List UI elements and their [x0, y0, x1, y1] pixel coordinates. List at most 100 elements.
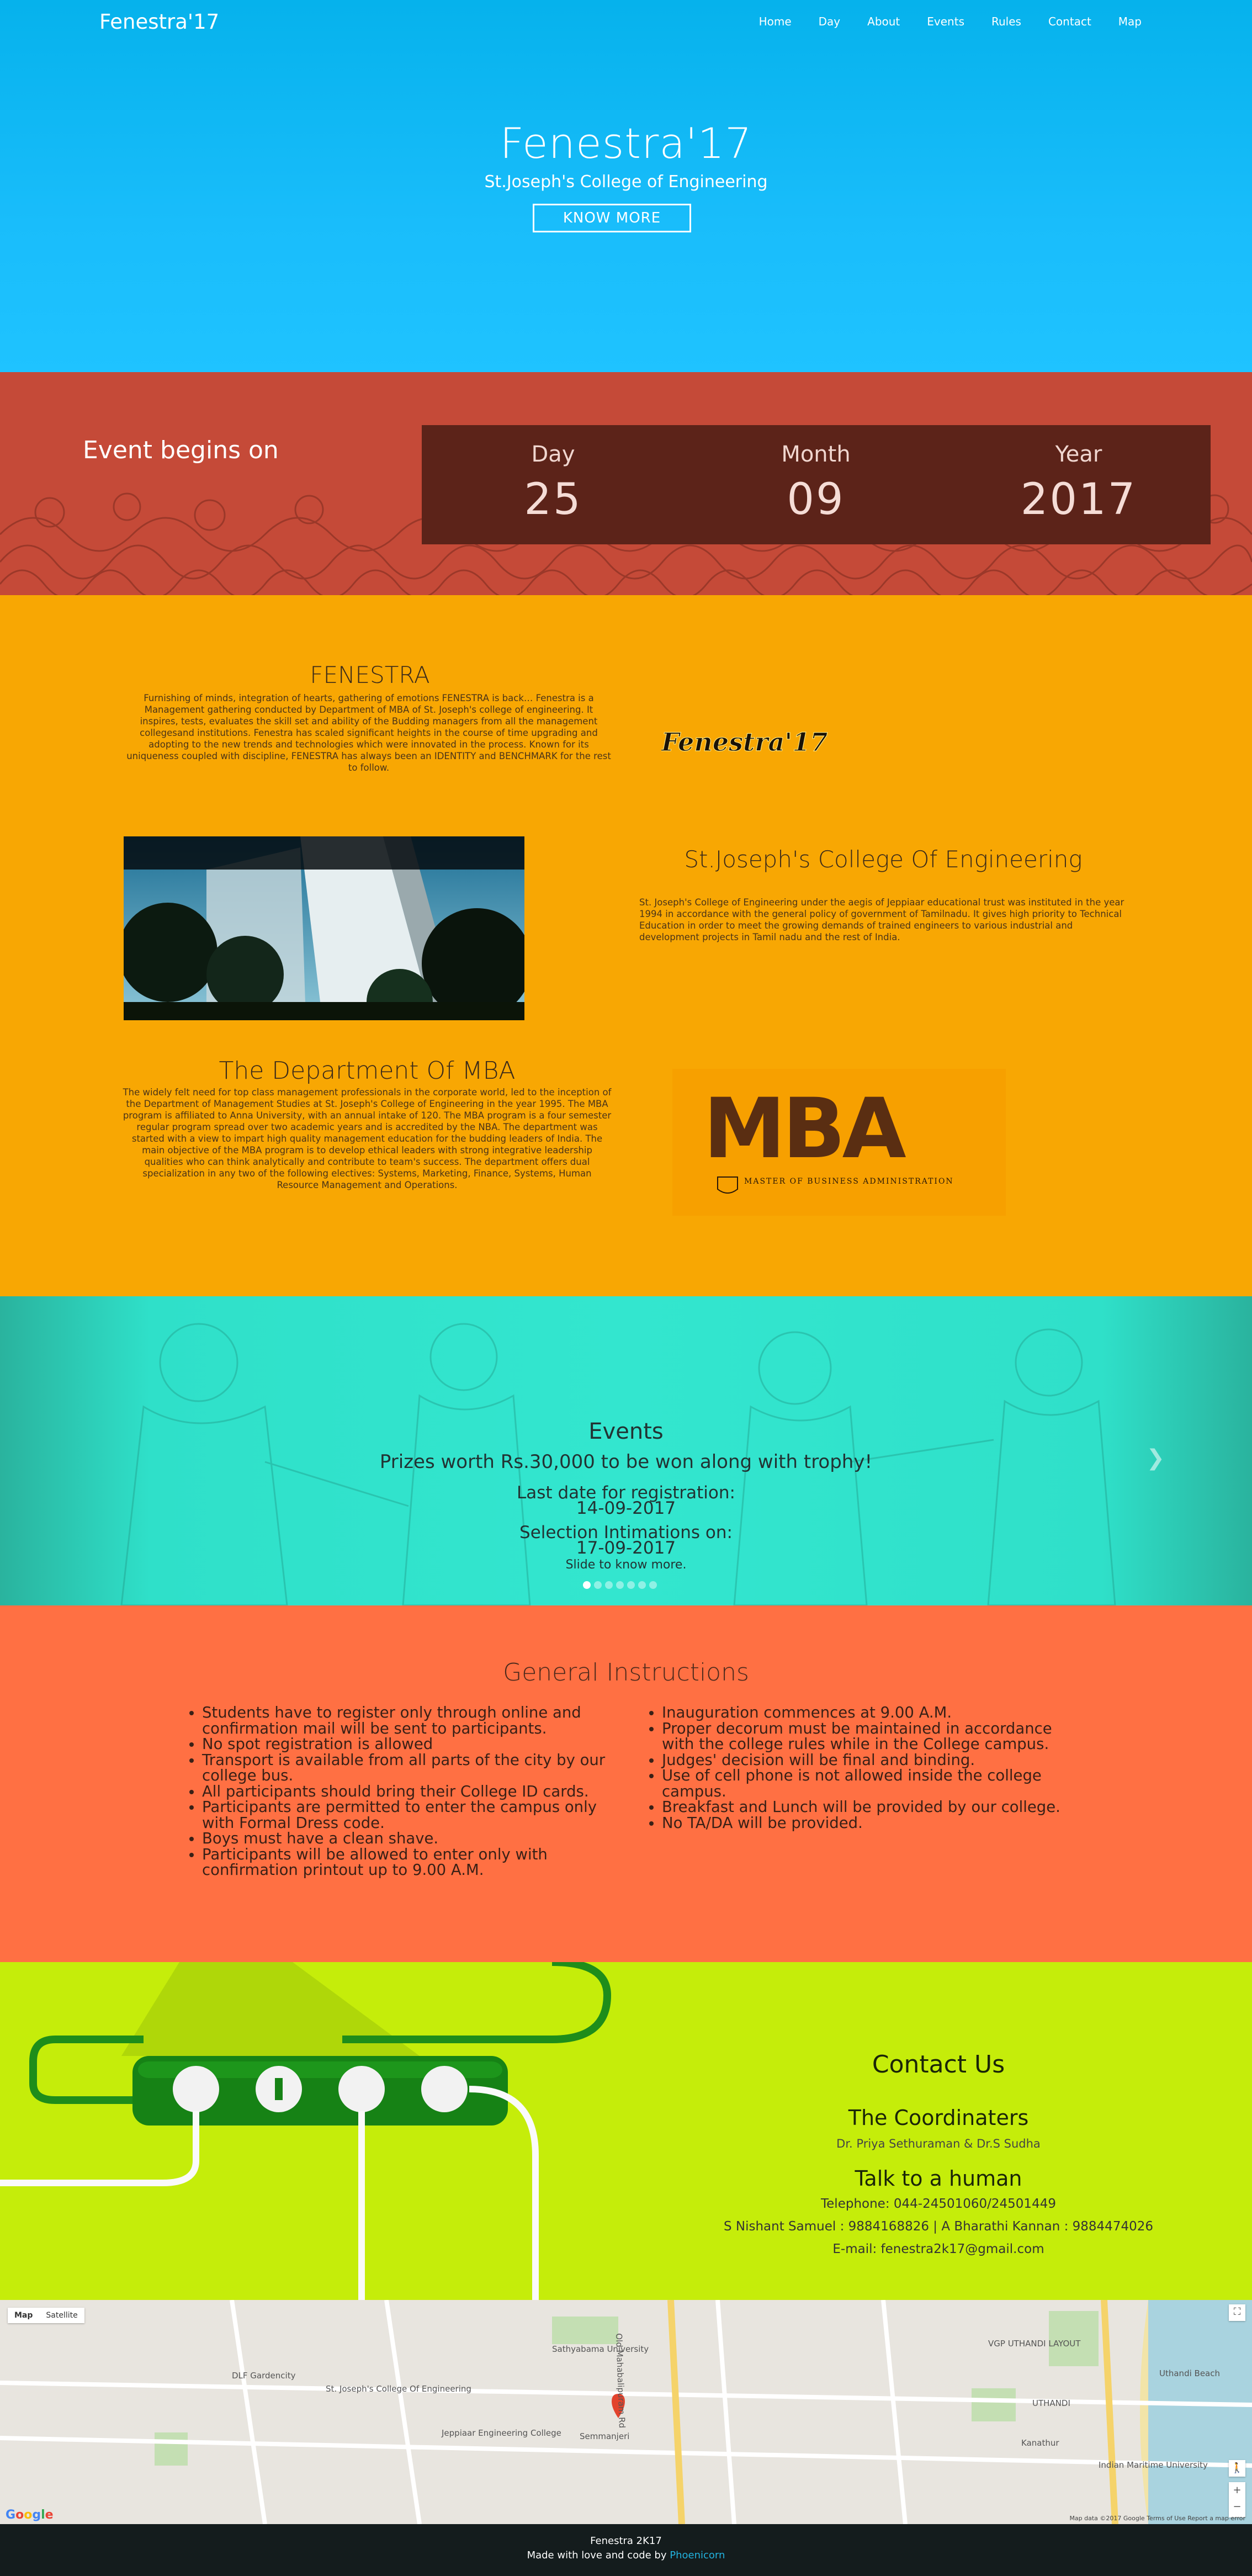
zoom-control[interactable]: + − — [1229, 2482, 1245, 2517]
email[interactable]: E-mail: fenestra2k17@gmail.com — [662, 2242, 1214, 2256]
carousel-dot[interactable] — [638, 1581, 646, 1589]
registration-date: 14-09-2017 — [576, 1498, 676, 1518]
month-value: 09 — [787, 475, 845, 524]
countdown-month: Month 09 — [685, 442, 947, 524]
footer-made-with: Made with love and code by — [527, 2550, 667, 2561]
fenestra-text: Furnishing of minds, integration of hear… — [126, 693, 611, 773]
nav-contact[interactable]: Contact — [1048, 15, 1091, 28]
mba-text: The widely felt need for top class manag… — [123, 1087, 612, 1190]
fenestra-logo: Fenestra'17 — [661, 727, 828, 757]
campus-photo — [124, 836, 524, 1020]
map-attribution[interactable]: Map data ©2017 Google Terms of Use Repor… — [1069, 2515, 1245, 2522]
map-label-sathyabama: Sathyabama University — [552, 2344, 649, 2354]
coordinators-names: Dr. Priya Sethuraman & Dr.S Sudha — [836, 2137, 1041, 2150]
carousel-dot[interactable] — [594, 1581, 602, 1589]
events-title: Events — [588, 1419, 664, 1444]
nav-map[interactable]: Map — [1118, 15, 1142, 28]
instructions-title: General Instructions — [503, 1658, 749, 1687]
map-label-vgp: VGP UTHANDI LAYOUT — [988, 2339, 1081, 2349]
mba-logo: MBA MASTER OF BUSINESS ADMINISTRATION — [672, 1069, 1006, 1216]
list-item: Transport is available from all parts of… — [202, 1752, 611, 1784]
footer: Fenestra 2K17 Made with love and code by… — [0, 2524, 1252, 2576]
map-label-imu: Indian Maritime University — [1099, 2460, 1208, 2470]
brand-logo[interactable]: Fenestra'17 — [99, 10, 219, 34]
map-label-jeppiaar: Jeppiaar Engineering College — [442, 2428, 561, 2438]
countdown-label: Event begins on — [83, 436, 279, 464]
power-strip-illustration — [0, 1962, 612, 2300]
events-section[interactable]: Events Prizes worth Rs.30,000 to be won … — [0, 1296, 1252, 1605]
nav-about[interactable]: About — [867, 15, 900, 28]
countdown-day: Day 25 — [422, 442, 685, 524]
college-text: St. Joseph's College of Engineering unde… — [639, 897, 1124, 942]
coordinators-title: The Coordinaters — [848, 2106, 1029, 2130]
hero-section: Fenestra'17 Home Day About Events Rules … — [0, 0, 1252, 372]
carousel-indicators — [583, 1581, 657, 1589]
footer-credit-line: Made with love and code by Phoenicorn — [0, 2548, 1252, 2563]
student-contacts: S Nishant Samuel : 9884168826 | A Bharat… — [723, 2219, 1153, 2234]
campus-photo-art — [124, 836, 524, 1020]
countdown-box: Day 25 Month 09 Year 2017 — [422, 425, 1211, 544]
carousel-dot[interactable] — [605, 1581, 613, 1589]
day-label: Day — [531, 442, 575, 467]
nav-events[interactable]: Events — [927, 15, 964, 28]
know-more-button[interactable]: KNOW MORE — [533, 204, 691, 232]
list-item: Breakfast and Lunch will be provided by … — [662, 1799, 1070, 1815]
mba-logo-subtitle: MASTER OF BUSINESS ADMINISTRATION — [744, 1177, 954, 1186]
list-item: Judges' decision will be final and bindi… — [662, 1752, 1070, 1768]
mba-logo-text: MBA — [703, 1081, 906, 1177]
slide-hint[interactable]: Slide to know more. — [0, 1558, 1252, 1572]
footer-title: Fenestra 2K17 — [590, 2535, 662, 2547]
day-value: 25 — [524, 475, 582, 524]
map-label-kanathur: Kanathur — [1021, 2438, 1059, 2448]
list-item: Use of cell phone is not allowed inside … — [662, 1768, 1070, 1799]
countdown-year: Year 2017 — [947, 442, 1210, 524]
map-label-uthandi-beach: Uthandi Beach — [1159, 2368, 1220, 2378]
instructions-list-left: Students have to register only through o… — [202, 1705, 611, 1878]
mba-title: The Department Of MBA — [219, 1057, 516, 1085]
year-label: Year — [1055, 442, 1102, 467]
footer-credit-link[interactable]: Phoenicorn — [670, 2550, 725, 2561]
map-type-map[interactable]: Map — [8, 2308, 39, 2323]
about-section: FENESTRA Furnishing of minds, integratio… — [0, 595, 1252, 1296]
list-item: Proper decorum must be maintained in acc… — [662, 1720, 1070, 1752]
map-embed[interactable]: Map Satellite Sathyabama University DLF … — [0, 2300, 1252, 2524]
list-item: Students have to register only through o… — [202, 1705, 611, 1736]
nav-links: Home Day About Events Rules Contact Map — [759, 15, 1142, 28]
nav-rules[interactable]: Rules — [991, 15, 1021, 28]
map-type-toggle: Map Satellite — [8, 2308, 84, 2323]
list-item: No spot registration is allowed — [202, 1736, 611, 1752]
carousel-next-icon[interactable]: ❯ — [1146, 1445, 1165, 1471]
carousel-dot[interactable] — [649, 1581, 657, 1589]
google-logo: Google — [6, 2508, 54, 2522]
carousel-dot[interactable] — [627, 1581, 635, 1589]
map-label-semmanjeri: Semmanjeri — [580, 2431, 630, 2441]
list-item: Boys must have a clean shave. — [202, 1831, 611, 1847]
instructions-list-right: Inauguration commences at 9.00 A.M. Prop… — [662, 1705, 1070, 1831]
street-view-icon[interactable]: 🚶 — [1229, 2460, 1245, 2477]
list-item: All participants should bring their Coll… — [202, 1783, 611, 1800]
talk-title: Talk to a human — [855, 2166, 1022, 2191]
list-item: No TA/DA will be provided. — [662, 1815, 1070, 1831]
list-item: Inauguration commences at 9.00 A.M. — [662, 1705, 1070, 1721]
hero-subtitle: St.Joseph's College of Engineering — [484, 172, 768, 192]
contact-section: Contact Us The Coordinaters Dr. Priya Se… — [0, 1962, 1252, 2300]
carousel-dot[interactable] — [583, 1581, 591, 1589]
month-label: Month — [781, 442, 851, 467]
fenestra-title: FENESTRA — [310, 661, 430, 688]
map-type-satellite[interactable]: Satellite — [39, 2308, 84, 2323]
countdown-section: Event begins on Day 25 Month 09 Year 201… — [0, 372, 1252, 595]
list-item: Participants will be allowed to enter on… — [202, 1846, 611, 1878]
selection-date: 17-09-2017 — [576, 1538, 676, 1558]
nav-home[interactable]: Home — [759, 15, 792, 28]
fenestra-logo-text: Fenestra'17 — [661, 727, 827, 757]
events-prize: Prizes worth Rs.30,000 to be won along w… — [379, 1451, 873, 1473]
map-label-sjce: St. Joseph's College Of Engineering — [326, 2384, 471, 2394]
carousel-dot[interactable] — [616, 1581, 624, 1589]
instructions-section: General Instructions Students have to re… — [0, 1605, 1252, 1962]
nav-day[interactable]: Day — [819, 15, 841, 28]
college-title: St.Joseph's College Of Engineering — [684, 846, 1083, 873]
year-value: 2017 — [1020, 475, 1137, 524]
map-label-dlf: DLF Gardencity — [232, 2371, 296, 2381]
fullscreen-icon[interactable]: ⛶ — [1229, 2304, 1245, 2321]
telephone[interactable]: Telephone: 044-24501060/24501449 — [662, 2197, 1214, 2211]
